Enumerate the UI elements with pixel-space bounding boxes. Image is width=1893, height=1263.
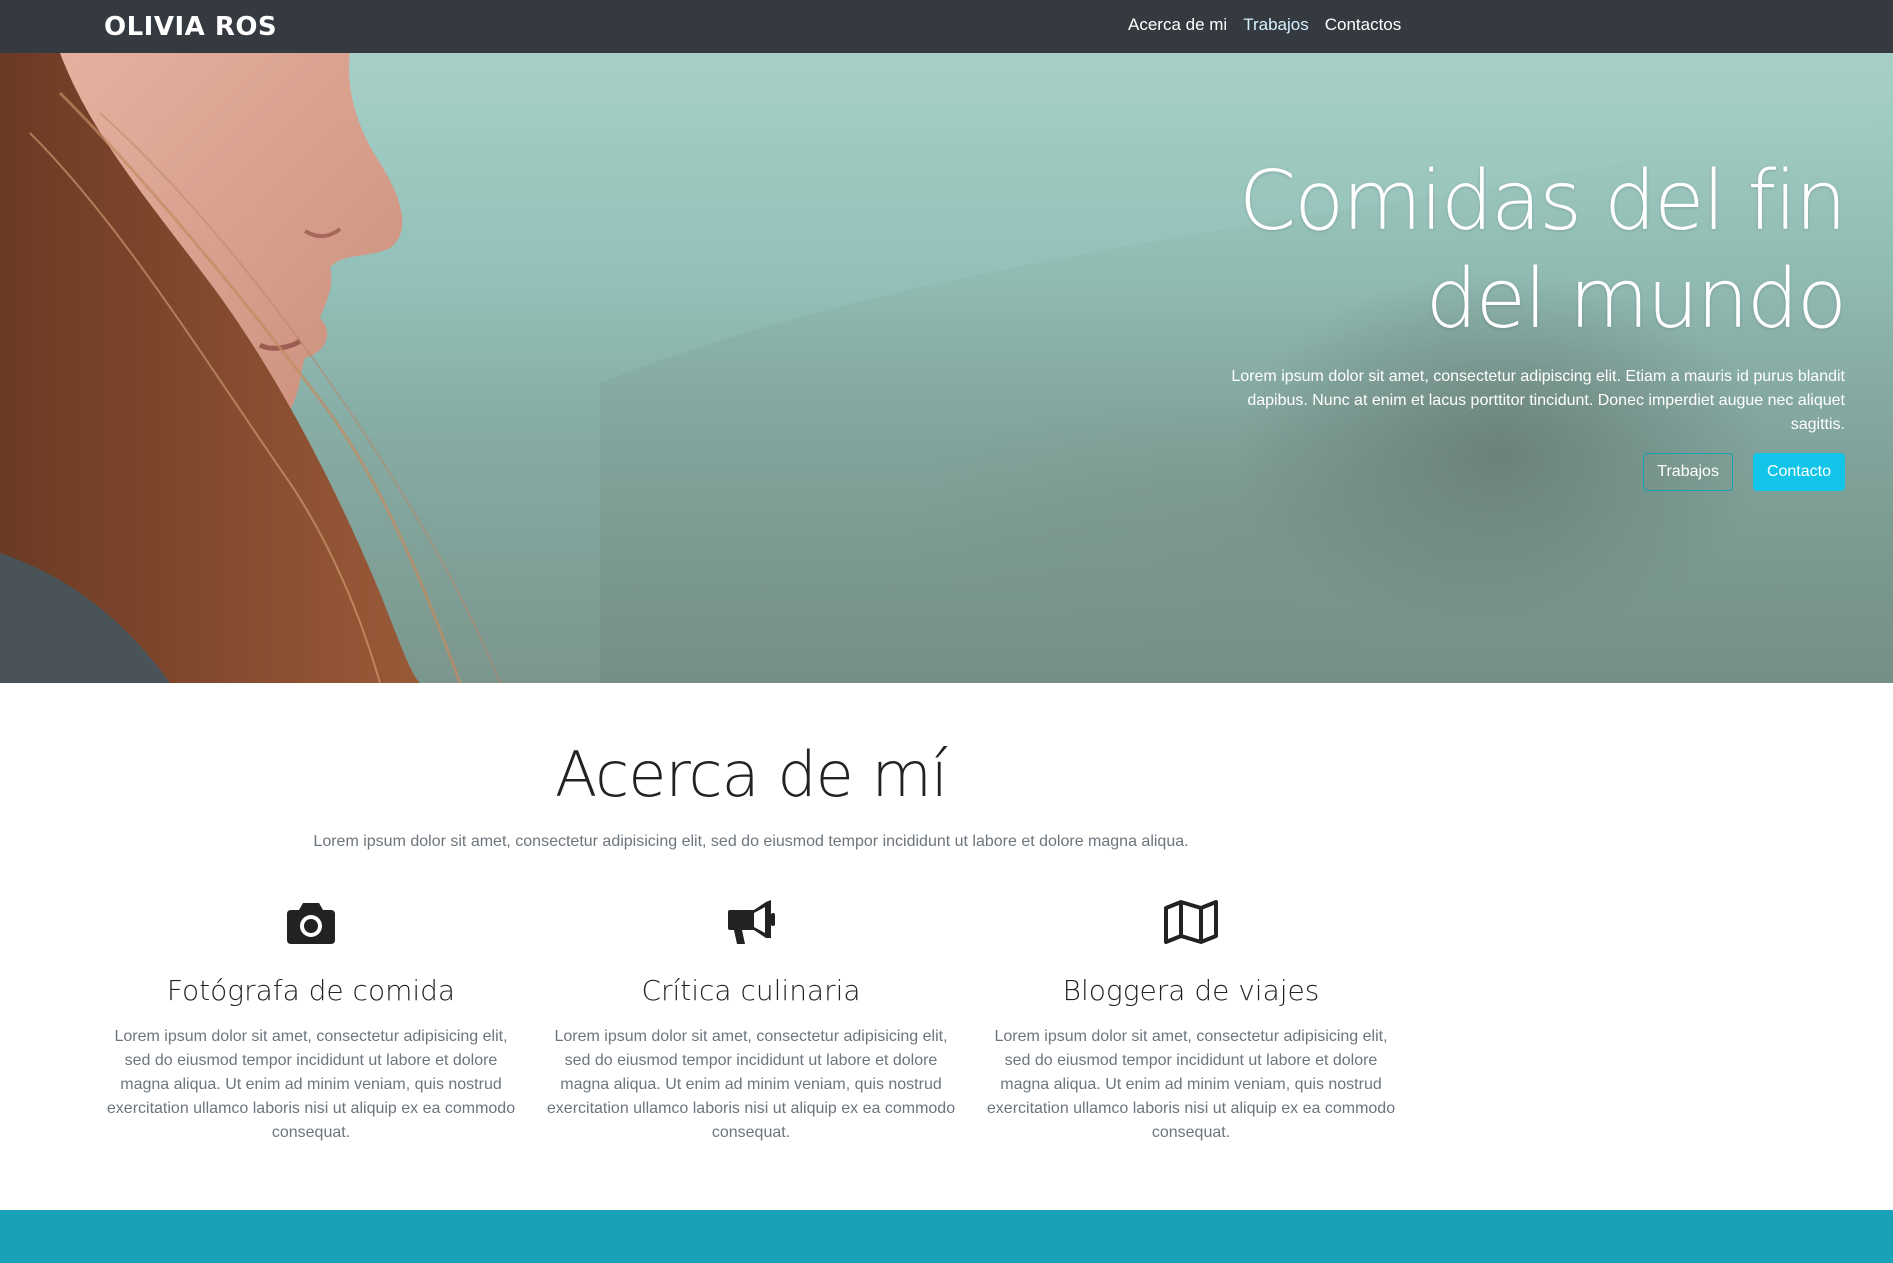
about-lead: Lorem ipsum dolor sit amet, consectetur … <box>313 833 1189 850</box>
feature-card-critica: Crítica culinaria Lorem ipsum dolor sit … <box>531 896 971 1145</box>
nav-link-trabajos[interactable]: Trabajos <box>1243 15 1309 35</box>
hero-content: Comidas del fin del mundo Lorem ipsum do… <box>1205 153 1847 491</box>
contacto-button[interactable]: Contacto <box>1752 453 1845 491</box>
feature-text: Lorem ipsum dolor sit amet, consectetur … <box>546 1028 956 1141</box>
feature-card-fotografa: Fotógrafa de comida Lorem ipsum dolor si… <box>91 896 531 1145</box>
hero-lead: Lorem ipsum dolor sit amet, consectetur … <box>1231 368 1845 433</box>
feature-title: Fotógrafa de comida <box>166 974 456 1007</box>
feature-text: Lorem ipsum dolor sit amet, consectetur … <box>986 1028 1396 1141</box>
nav-link-contactos[interactable]: Contactos <box>1325 15 1402 35</box>
brand-logo[interactable]: OLIVIA ROS <box>104 12 277 42</box>
trabajos-button[interactable]: Trabajos <box>1643 453 1733 491</box>
megaphone-icon <box>531 896 971 948</box>
map-icon <box>971 896 1411 948</box>
hero-buttons: Trabajos Contacto <box>1205 453 1845 491</box>
features-row: Fotógrafa de comida Lorem ipsum dolor si… <box>91 896 1411 1156</box>
about-title: Acerca de mí <box>554 738 948 811</box>
hero-title: Comidas del fin del mundo <box>1238 154 1847 347</box>
about-section: Acerca de mí Lorem ipsum dolor sit amet,… <box>0 683 1893 1210</box>
feature-card-bloggera: Bloggera de viajes Lorem ipsum dolor sit… <box>971 896 1411 1145</box>
feature-title: Crítica culinaria <box>641 974 861 1007</box>
feature-text: Lorem ipsum dolor sit amet, consectetur … <box>106 1028 516 1141</box>
feature-title: Bloggera de viajes <box>1062 974 1320 1007</box>
next-section-band <box>0 1210 1893 1263</box>
nav-links: Acerca de mi Trabajos Contactos <box>1128 15 1401 35</box>
camera-icon <box>91 896 531 948</box>
nav-link-acerca[interactable]: Acerca de mi <box>1128 15 1227 35</box>
hero-section: Comidas del fin del mundo Lorem ipsum do… <box>0 53 1893 683</box>
navbar: OLIVIA ROS Acerca de mi Trabajos Contact… <box>0 0 1893 53</box>
